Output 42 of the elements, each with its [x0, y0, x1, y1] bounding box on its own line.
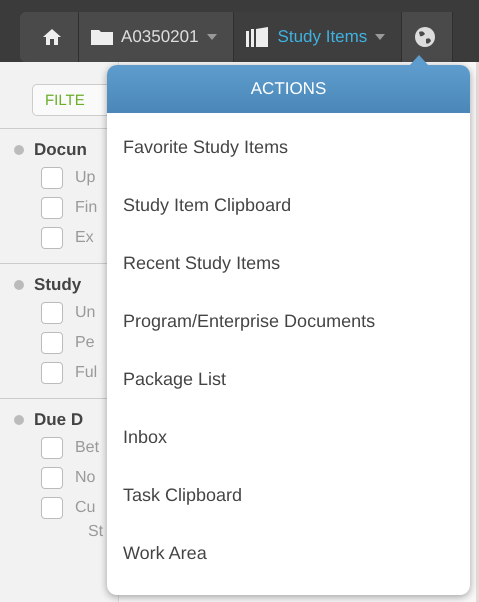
breadcrumb-item[interactable]: Study Items: [234, 12, 402, 62]
option-label: Pe: [75, 334, 95, 352]
option-label: Ex: [75, 229, 94, 247]
checkbox[interactable]: [41, 197, 63, 219]
checkbox[interactable]: [41, 362, 63, 384]
folder-icon: [91, 29, 113, 45]
globe-icon[interactable]: [414, 26, 436, 48]
checkbox[interactable]: [41, 497, 63, 519]
checkbox[interactable]: [41, 167, 63, 189]
menu-item[interactable]: Task Clipboard: [107, 465, 470, 523]
menu-item[interactable]: Inbox: [107, 407, 470, 465]
option-label: Fin: [75, 199, 98, 217]
checkbox[interactable]: [41, 227, 63, 249]
option-label: St: [88, 523, 104, 542]
menu-item[interactable]: Program/Enterprise Documents: [107, 291, 470, 349]
menu-item[interactable]: Favorite Study Items: [107, 117, 470, 175]
option-label: Un: [75, 304, 96, 322]
caret-icon[interactable]: [206, 34, 217, 40]
home-icon[interactable]: [42, 28, 62, 46]
checkbox[interactable]: [41, 437, 63, 459]
menu-pointer: [409, 55, 429, 66]
caret-icon[interactable]: [375, 34, 386, 40]
collapse-icon[interactable]: [14, 415, 24, 425]
group-title: Due D: [34, 410, 84, 430]
group-title: Study: [34, 275, 82, 295]
option-label: Ful: [75, 364, 98, 382]
option-label: Cu: [75, 499, 96, 517]
collapse-icon[interactable]: [14, 145, 24, 155]
books-icon: [246, 27, 270, 47]
menu-item[interactable]: Study Item Clipboard: [107, 175, 470, 233]
checkbox[interactable]: [41, 332, 63, 354]
menu-item[interactable]: Package List: [107, 349, 470, 407]
menu-item[interactable]: Recent Study Items: [107, 233, 470, 291]
option-label: Bet: [75, 439, 100, 457]
checkbox[interactable]: [41, 302, 63, 324]
menu-item[interactable]: Work Area: [107, 523, 470, 581]
checkbox[interactable]: [41, 467, 63, 489]
group-title: Docun: [34, 140, 87, 160]
option-label: Up: [75, 169, 96, 187]
collapse-icon[interactable]: [14, 280, 24, 290]
option-label: No: [75, 469, 96, 487]
menu-header: ACTIONS: [107, 65, 470, 113]
